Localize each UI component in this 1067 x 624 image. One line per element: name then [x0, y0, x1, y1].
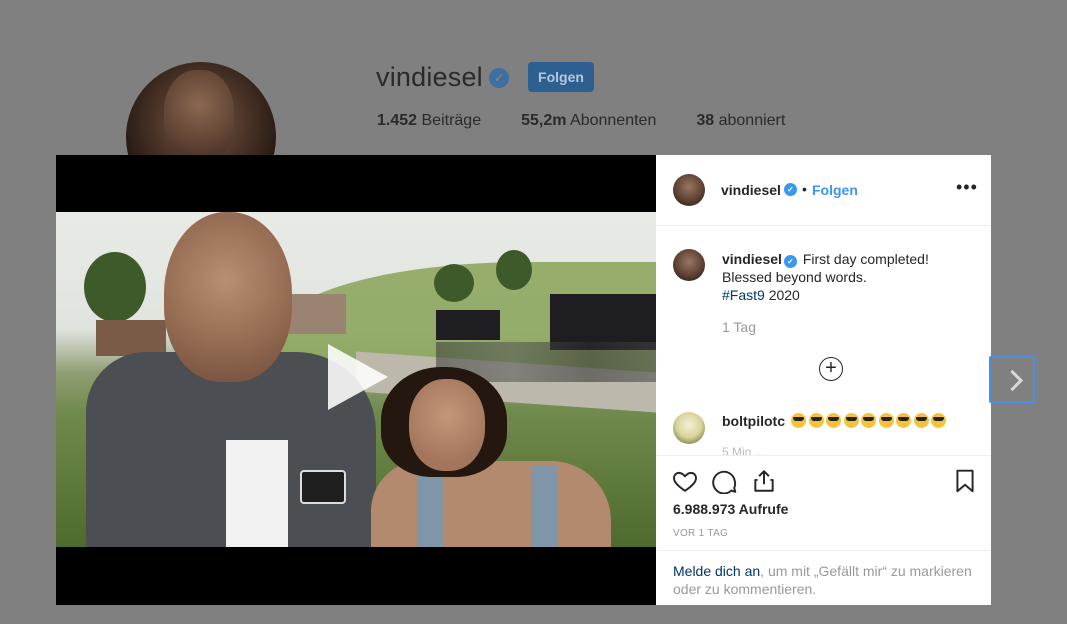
stat-posts-label: Beiträge [421, 112, 482, 129]
stat-following-label: abonniert [718, 112, 786, 129]
view-count[interactable]: 6.988.973 Aufrufe [673, 501, 788, 517]
comment-emojis [791, 411, 949, 428]
post-follow-button[interactable]: Folgen [812, 182, 858, 198]
hashtag-link[interactable]: #Fast9 [722, 287, 765, 303]
sunglasses-emoji-icon [808, 412, 824, 428]
sunglasses-emoji-icon [931, 412, 946, 428]
caption-username[interactable]: vindiesel [722, 251, 782, 267]
video-woman-strap [417, 465, 443, 547]
share-icon[interactable] [751, 468, 777, 494]
caption-text: vindiesel ✓ First day completed! Blessed … [722, 250, 972, 304]
caption-line1: First day completed! [802, 251, 929, 267]
heart-icon[interactable] [672, 468, 698, 494]
sunglasses-emoji-icon [878, 412, 894, 428]
video-man-name-patch [300, 470, 346, 504]
sunglasses-emoji-icon [826, 412, 841, 428]
caption-time: 1 Tag [722, 319, 756, 335]
login-prompt: Melde dich an, um mit „Gefällt mir“ zu m… [656, 550, 991, 605]
bookmark-icon[interactable] [952, 468, 978, 494]
video-man-undershirt [226, 440, 288, 547]
post-date: VOR 1 TAG [673, 528, 729, 539]
profile-stats: 1.452 Beiträge 55,2m Abonnenten 38 abonn… [377, 112, 825, 130]
post-author-username[interactable]: vindiesel [721, 182, 781, 198]
stat-posts-value: 1.452 [377, 112, 418, 129]
post-media[interactable] [56, 155, 656, 605]
stat-posts[interactable]: 1.452 Beiträge [377, 112, 481, 130]
verified-badge-icon: ✓ [783, 255, 797, 268]
sunglasses-emoji-icon [861, 412, 876, 428]
caption-author-avatar[interactable] [673, 249, 705, 281]
post-header: vindiesel ✓ • Folgen ••• [656, 155, 991, 226]
post-actions: 6.988.973 Aufrufe VOR 1 TAG [656, 455, 991, 550]
sunglasses-emoji-icon [843, 412, 859, 428]
post-author-avatar[interactable] [673, 174, 705, 206]
caption-line2: Blessed beyond words. [722, 269, 867, 285]
caption-year: 2020 [768, 287, 800, 303]
stat-followers[interactable]: 55,2m Abonnenten [521, 112, 656, 130]
video-man-head [164, 212, 292, 382]
profile-username: vindiesel [376, 62, 483, 92]
video-woman-strap [531, 465, 557, 547]
video-scene-tree [434, 264, 474, 302]
profile-follow-button[interactable]: Folgen [528, 62, 594, 92]
commenter-avatar[interactable] [673, 412, 705, 444]
video-woman-body [371, 461, 611, 547]
chevron-right-icon[interactable] [989, 356, 1035, 403]
post-video[interactable] [56, 212, 656, 547]
stat-following-value: 38 [696, 112, 715, 129]
post-sidebar: vindiesel ✓ • Folgen ••• vindiesel ✓ Firs… [656, 155, 991, 605]
stat-followers-label: Abonnenten [570, 112, 657, 129]
commenter-username[interactable]: boltpilotc [722, 413, 785, 429]
video-scene-tree [496, 250, 532, 290]
comments-section[interactable]: vindiesel ✓ First day completed! Blessed … [656, 226, 991, 455]
login-link[interactable]: Melde dich an [673, 563, 760, 579]
video-person-woman [371, 367, 621, 547]
verified-badge-icon: ✓ [489, 68, 509, 88]
plus-circle-icon[interactable]: + [819, 357, 843, 381]
video-woman-face [409, 379, 485, 471]
sunglasses-emoji-icon [913, 412, 929, 428]
play-icon[interactable] [328, 344, 388, 410]
sunglasses-emoji-icon [896, 412, 911, 428]
sunglasses-emoji-icon [791, 412, 806, 428]
comment-meta-cut: 5 Min ... [722, 445, 765, 455]
profile-avatar-face [164, 70, 234, 162]
stat-following[interactable]: 38 abonniert [696, 112, 785, 130]
stat-followers-value: 55,2m [521, 112, 567, 129]
verified-badge-icon: ✓ [784, 183, 797, 196]
more-options-icon[interactable]: ••• [956, 178, 977, 197]
comment-icon[interactable] [712, 468, 738, 494]
header-separator: • [802, 181, 807, 197]
video-scene-tent [436, 310, 500, 340]
